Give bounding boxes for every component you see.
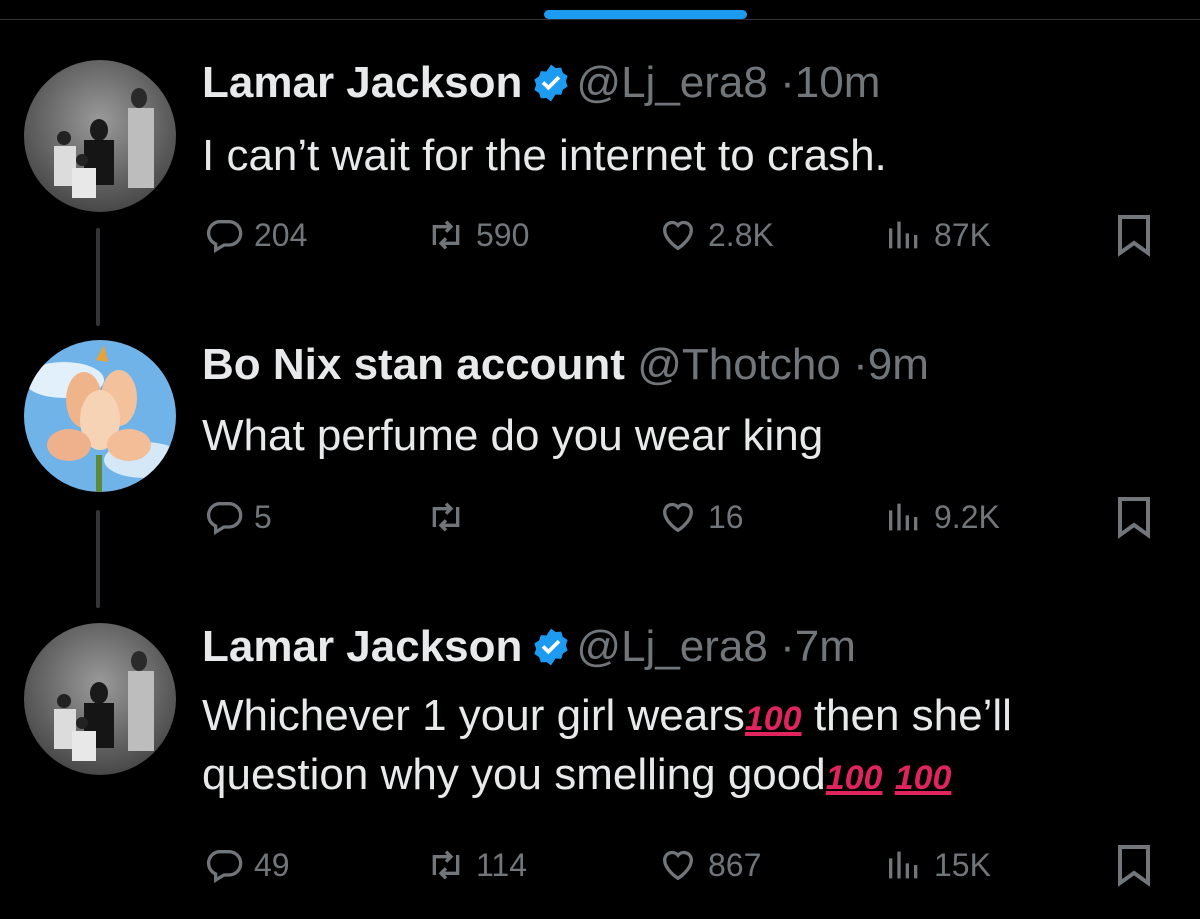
text-fragment: Whichever 1 your girl wears <box>202 691 745 740</box>
reply-button[interactable]: 49 <box>204 840 290 890</box>
avatar[interactable] <box>24 623 176 775</box>
bookmark-button[interactable] <box>1114 492 1164 542</box>
like-button[interactable]: 16 <box>658 492 744 542</box>
separator: · <box>780 58 795 107</box>
reply-icon <box>206 850 243 883</box>
active-tab-indicator <box>544 10 747 19</box>
views-icon <box>889 851 918 879</box>
tweet-header: Bo Nix stan account @Thotcho ·9m <box>202 340 929 390</box>
repost-icon <box>432 220 460 250</box>
views-button[interactable]: 87K <box>884 210 991 260</box>
separator: · <box>780 622 795 671</box>
like-icon <box>662 502 694 533</box>
handle[interactable]: @Lj_era8 <box>576 58 767 107</box>
repost-icon <box>432 850 460 880</box>
reply-count: 204 <box>254 216 308 253</box>
action-bar: 49 114 867 15K <box>0 840 1200 890</box>
avatar[interactable] <box>24 340 176 492</box>
timestamp[interactable]: 10m <box>795 58 881 107</box>
tweet-text: What perfume do you wear king <box>202 411 824 460</box>
timestamp[interactable]: 9m <box>868 340 929 389</box>
views-count: 87K <box>934 216 991 253</box>
verified-badge-icon <box>530 62 572 104</box>
like-button[interactable]: 867 <box>658 840 761 890</box>
views-count: 9.2K <box>934 498 1000 535</box>
bookmark-icon <box>1118 215 1150 257</box>
repost-button[interactable] <box>426 492 476 542</box>
tweet-text: I can’t wait for the internet to crash. <box>202 131 887 180</box>
bookmark-icon <box>1118 497 1150 539</box>
like-icon <box>662 850 694 881</box>
action-bar: 5 16 9.2K <box>0 492 1200 542</box>
reply-count: 49 <box>254 846 290 883</box>
display-name[interactable]: Bo Nix stan account <box>202 340 625 389</box>
tweet-text-line: question why you smelling good100 100 <box>202 747 1182 806</box>
views-icon <box>889 221 918 249</box>
text-fragment: then she’ll <box>801 691 1012 740</box>
like-icon <box>662 220 694 251</box>
reply-button[interactable]: 204 <box>204 210 307 260</box>
repost-button[interactable]: 590 <box>426 210 529 260</box>
bookmark-button[interactable] <box>1114 840 1164 890</box>
reply-icon <box>206 502 243 535</box>
avatar[interactable] <box>24 60 176 212</box>
like-button[interactable]: 2.8K <box>658 210 774 260</box>
repost-button[interactable]: 114 <box>426 840 527 890</box>
tweet-text: Whichever 1 your girl wears100 then she’… <box>202 688 1182 806</box>
hundred-points-emoji-icon: 100 <box>744 700 802 738</box>
verified-badge-icon <box>530 626 572 668</box>
views-icon <box>889 503 918 531</box>
repost-icon <box>432 502 460 532</box>
header-divider <box>0 19 1200 20</box>
handle[interactable]: @Thotcho <box>637 340 841 389</box>
action-bar: 204 590 2.8K 87K <box>0 210 1200 260</box>
hundred-points-emoji-icon: 100 <box>825 759 883 797</box>
views-count: 15K <box>934 846 991 883</box>
separator: · <box>853 340 868 389</box>
hundred-points-emoji-icon: 100 <box>894 759 952 797</box>
handle[interactable]: @Lj_era8 <box>576 622 767 671</box>
reply-icon <box>206 220 243 253</box>
tweet-header: Lamar Jackson @Lj_era8 ·10m <box>202 58 880 108</box>
like-count: 2.8K <box>708 216 774 253</box>
like-count: 867 <box>708 846 762 883</box>
like-count: 16 <box>708 498 744 535</box>
views-button[interactable]: 9.2K <box>884 492 1000 542</box>
tweet-header: Lamar Jackson @Lj_era8 ·7m <box>202 622 856 672</box>
reply-count: 5 <box>254 498 272 535</box>
views-button[interactable]: 15K <box>884 840 991 890</box>
tweet-text-line: Whichever 1 your girl wears100 then she’… <box>202 688 1182 747</box>
bookmark-button[interactable] <box>1114 210 1164 260</box>
display-name[interactable]: Lamar Jackson <box>202 58 522 107</box>
reply-button[interactable]: 5 <box>204 492 272 542</box>
repost-count: 114 <box>476 846 528 883</box>
text-fragment: question why you smelling good <box>202 750 826 799</box>
timestamp[interactable]: 7m <box>795 622 856 671</box>
bookmark-icon <box>1118 845 1150 887</box>
display-name[interactable]: Lamar Jackson <box>202 622 522 671</box>
repost-count: 590 <box>476 216 530 253</box>
